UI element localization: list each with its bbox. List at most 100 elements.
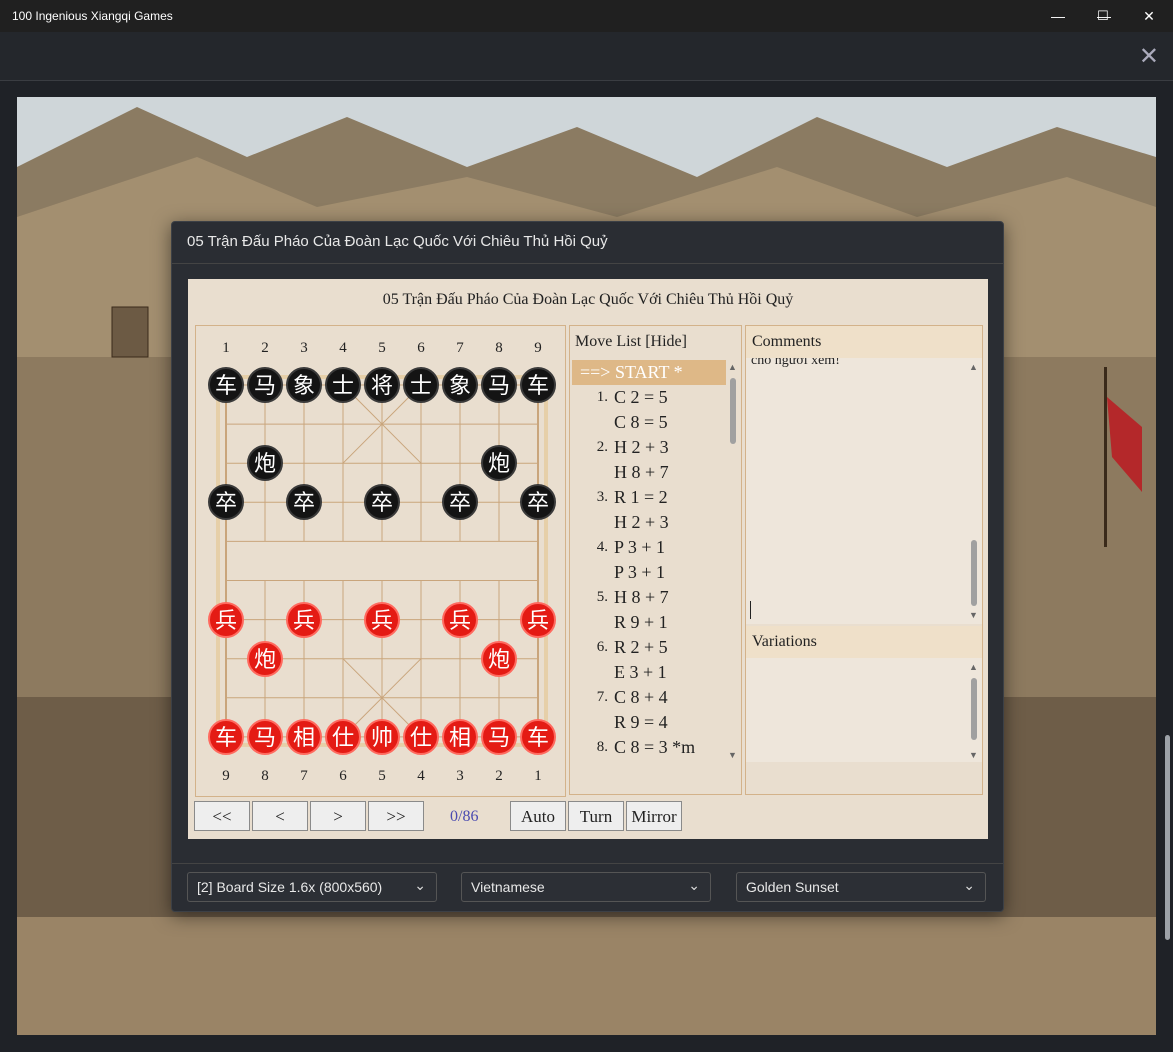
move-row-selected[interactable]: ==> START * xyxy=(572,360,726,385)
comments-textarea[interactable]: cho người xem! xyxy=(746,358,982,624)
variations-list[interactable] xyxy=(746,658,982,762)
black-piece[interactable]: 炮 xyxy=(481,445,517,482)
board-size-value: [2] Board Size 1.6x (800x560) xyxy=(197,879,383,895)
black-piece[interactable]: 将 xyxy=(364,367,400,403)
move-row[interactable]: E 3 + 1 xyxy=(572,660,726,685)
file-label-top: 7 xyxy=(456,340,464,356)
black-piece[interactable]: 车 xyxy=(520,367,556,403)
black-piece[interactable]: 马 xyxy=(247,367,283,403)
red-piece[interactable]: 车 xyxy=(520,718,556,755)
move-list-scrollbar[interactable]: ▲ ▼ xyxy=(727,362,739,760)
close-panel-icon[interactable]: ✕ xyxy=(1139,42,1159,71)
file-label-bottom: 1 xyxy=(534,768,542,784)
scroll-up-icon[interactable]: ▲ xyxy=(969,362,978,372)
move-text: C 8 + 4 xyxy=(614,687,668,707)
move-list-header[interactable]: Move List [Hide] xyxy=(575,333,687,351)
maximize-icon[interactable]: ☐ xyxy=(1080,0,1126,32)
modal-title: 05 Trận Đấu Pháo Của Đoàn Lạc Quốc Với C… xyxy=(187,233,608,250)
theme-select[interactable]: Golden Sunset ⌄ xyxy=(736,872,986,902)
move-text: P 3 + 1 xyxy=(614,562,665,582)
comments-header: Comments xyxy=(746,326,982,358)
move-number: 7. xyxy=(596,689,608,705)
first-move-button[interactable]: << xyxy=(194,801,250,831)
move-row[interactable]: 2. H 2 + 3 xyxy=(572,435,726,460)
move-row[interactable]: 6. R 2 + 5 xyxy=(572,635,726,660)
variations-scrollbar[interactable]: ▲ ▼ xyxy=(968,662,980,760)
red-piece[interactable]: 相 xyxy=(286,718,322,755)
scroll-up-icon[interactable]: ▲ xyxy=(728,362,737,372)
scroll-down-icon[interactable]: ▼ xyxy=(969,750,978,760)
red-piece[interactable]: 炮 xyxy=(481,640,517,677)
red-piece[interactable]: 兵 xyxy=(208,601,244,638)
red-piece[interactable]: 兵 xyxy=(520,601,556,638)
move-row[interactable]: H 8 + 7 xyxy=(572,460,726,485)
language-select[interactable]: Vietnamese ⌄ xyxy=(461,872,711,902)
prev-move-button[interactable]: < xyxy=(252,801,308,831)
modal-header: 05 Trận Đấu Pháo Của Đoàn Lạc Quốc Với C… xyxy=(172,222,1003,264)
move-row[interactable]: 8. C 8 = 3 *m xyxy=(572,735,726,760)
black-piece[interactable]: 象 xyxy=(442,367,478,403)
move-row[interactable]: 5. H 8 + 7 xyxy=(572,585,726,610)
black-piece[interactable]: 士 xyxy=(325,367,361,403)
move-row[interactable]: R 9 = 4 xyxy=(572,710,726,735)
red-piece[interactable]: 炮 xyxy=(247,640,283,677)
mirror-board-button[interactable]: Mirror xyxy=(626,801,682,831)
move-text: H 2 + 3 xyxy=(614,512,669,532)
turn-board-button[interactable]: Turn xyxy=(568,801,624,831)
comments-scrollbar[interactable]: ▲ ▼ xyxy=(968,362,980,620)
move-text: R 2 + 5 xyxy=(614,637,668,657)
next-move-button[interactable]: > xyxy=(310,801,366,831)
move-counter: 0/86 xyxy=(450,808,479,825)
black-piece[interactable]: 炮 xyxy=(247,445,283,482)
black-piece[interactable]: 士 xyxy=(403,367,439,403)
black-piece[interactable]: 马 xyxy=(481,367,517,403)
red-piece[interactable]: 仕 xyxy=(325,718,361,755)
text-caret xyxy=(750,601,751,619)
red-piece[interactable]: 马 xyxy=(247,718,283,755)
comment-text: cho người xem! xyxy=(751,358,840,368)
file-label-bottom: 2 xyxy=(495,768,503,784)
file-label-top: 5 xyxy=(378,340,386,356)
scroll-down-icon[interactable]: ▼ xyxy=(969,610,978,620)
move-text: H 8 + 7 xyxy=(614,462,669,482)
red-piece[interactable]: 车 xyxy=(208,718,244,755)
file-label-top: 8 xyxy=(495,340,503,356)
scroll-up-icon[interactable]: ▲ xyxy=(969,662,978,672)
xiangqi-board[interactable]: 123456789 987654321 车马象士将士象马车炮炮卒卒卒卒卒兵兵兵兵… xyxy=(195,325,566,797)
auto-play-button[interactable]: Auto xyxy=(510,801,566,831)
move-row[interactable]: P 3 + 1 xyxy=(572,560,726,585)
red-piece[interactable]: 帅 xyxy=(364,718,400,755)
move-text: R 1 = 2 xyxy=(614,487,668,507)
close-window-icon[interactable]: ✕ xyxy=(1126,0,1172,32)
comments-panel: Comments cho người xem! ▲ ▼ Variations ▲… xyxy=(745,325,983,795)
move-text: P 3 + 1 xyxy=(614,537,665,557)
move-number: 5. xyxy=(596,589,608,605)
red-piece[interactable]: 仕 xyxy=(403,718,439,755)
move-row[interactable]: R 9 + 1 xyxy=(572,610,726,635)
file-label-top: 9 xyxy=(534,340,542,356)
move-row[interactable]: C 8 = 5 xyxy=(572,410,726,435)
move-row[interactable]: 1. C 2 = 5 xyxy=(572,385,726,410)
move-row[interactable]: 7. C 8 + 4 xyxy=(572,685,726,710)
minimize-icon[interactable]: — xyxy=(1035,0,1081,32)
red-piece[interactable]: 兵 xyxy=(442,601,478,638)
move-list-panel: Move List [Hide] ==> START * 1. C 2 = 5 C 8… xyxy=(569,325,742,795)
move-text: R 9 + 1 xyxy=(614,612,668,632)
black-piece[interactable]: 象 xyxy=(286,367,322,403)
black-piece[interactable]: 车 xyxy=(208,367,244,403)
chevron-down-icon: ⌄ xyxy=(688,877,700,893)
scroll-down-icon[interactable]: ▼ xyxy=(728,750,737,760)
page-scrollbar[interactable] xyxy=(1165,735,1170,940)
chevron-down-icon: ⌄ xyxy=(414,877,426,893)
red-piece[interactable]: 兵 xyxy=(364,601,400,638)
board-size-select[interactable]: [2] Board Size 1.6x (800x560) ⌄ xyxy=(187,872,437,902)
red-piece[interactable]: 马 xyxy=(481,718,517,755)
red-piece[interactable]: 相 xyxy=(442,718,478,755)
move-row[interactable]: H 2 + 3 xyxy=(572,510,726,535)
red-piece[interactable]: 兵 xyxy=(286,601,322,638)
chevron-down-icon: ⌄ xyxy=(963,877,975,893)
game-title: 05 Trận Đấu Pháo Của Đoàn Lạc Quốc Với C… xyxy=(382,291,794,308)
move-row[interactable]: 3. R 1 = 2 xyxy=(572,485,726,510)
last-move-button[interactable]: >> xyxy=(368,801,424,831)
move-row[interactable]: 4. P 3 + 1 xyxy=(572,535,726,560)
